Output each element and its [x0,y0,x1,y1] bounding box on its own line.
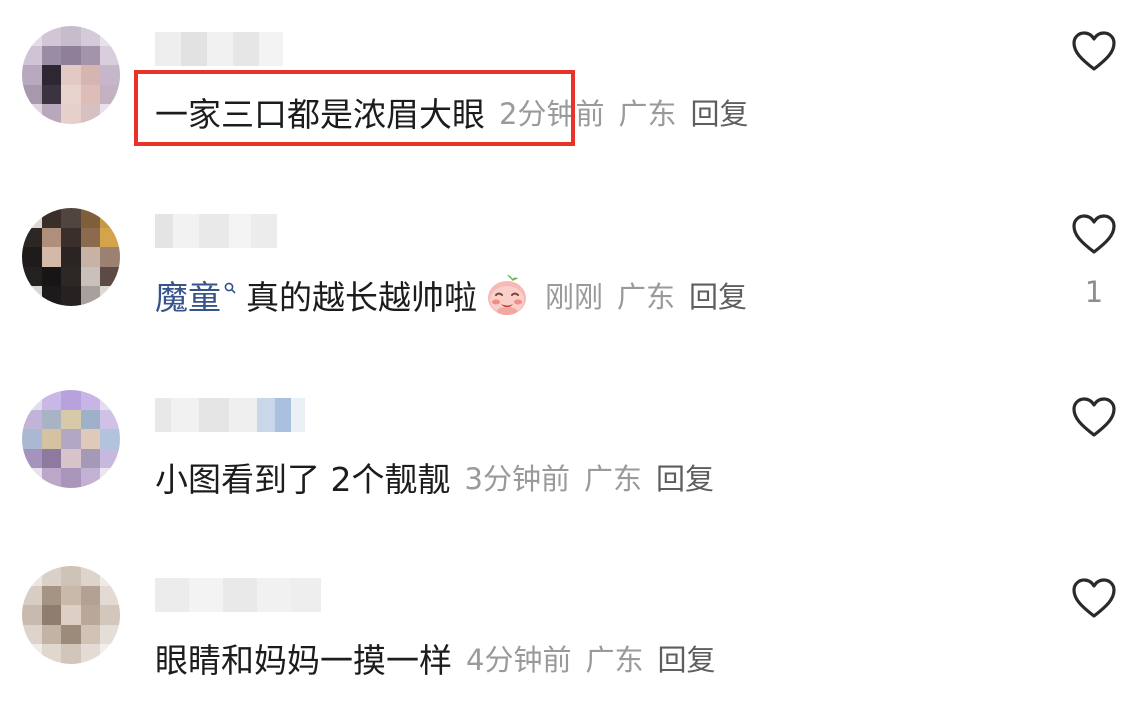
highlight-box [134,70,575,146]
search-mention-icon [224,282,236,294]
comment-text: 小图看到了 2个靓靓 [155,460,451,499]
username-blurred[interactable] [155,32,283,66]
comment-time: 3分钟前 [464,462,570,496]
heart-outline-icon [1072,214,1116,254]
smiling-face-emoji-icon [488,275,526,315]
comment-time: 4分钟前 [466,643,572,677]
avatar[interactable] [22,566,120,664]
comment-body: 眼睛和妈妈一摸一样 4分钟前 广东 回复 [155,636,715,680]
comment-location: 广东 [585,643,644,677]
comment-location: 广东 [618,97,677,131]
comment-item: 魔童 真的越长越帅啦 刚刚 广东 回复 1 [0,183,1125,333]
comment-item: 眼睛和妈妈一摸一样 4分钟前 广东 回复 [0,548,1125,698]
like-count: 1 [1084,275,1104,309]
comment-time: 刚刚 [545,280,604,314]
reply-button[interactable]: 回复 [689,274,747,316]
comment-body: 魔童 真的越长越帅啦 刚刚 广东 回复 [155,273,747,317]
heart-outline-icon [1072,578,1116,618]
reply-button[interactable]: 回复 [657,637,715,679]
avatar[interactable] [22,26,120,124]
comment-text: 眼睛和妈妈一摸一样 [155,641,452,680]
like-button[interactable] [1068,30,1120,76]
avatar[interactable] [22,208,120,306]
reply-button[interactable]: 回复 [690,91,748,133]
like-button[interactable] [1068,396,1120,442]
heart-outline-icon [1072,31,1116,71]
comment-location: 广东 [583,462,642,496]
comment-location: 广东 [617,280,676,314]
mention-text: 魔童 [155,278,221,317]
username-blurred[interactable] [155,398,305,432]
username-blurred[interactable] [155,214,277,248]
mention-link[interactable]: 魔童 [155,271,246,319]
heart-outline-icon [1072,397,1116,437]
comment-text: 真的越长越帅啦 [246,278,477,317]
avatar[interactable] [22,390,120,488]
comment-body: 小图看到了 2个靓靓 3分钟前 广东 回复 [155,455,714,499]
like-button[interactable] [1068,577,1120,623]
comment-item: 小图看到了 2个靓靓 3分钟前 广东 回复 [0,366,1125,516]
reply-button[interactable]: 回复 [656,456,714,498]
username-blurred[interactable] [155,578,321,612]
like-button[interactable] [1068,213,1120,259]
